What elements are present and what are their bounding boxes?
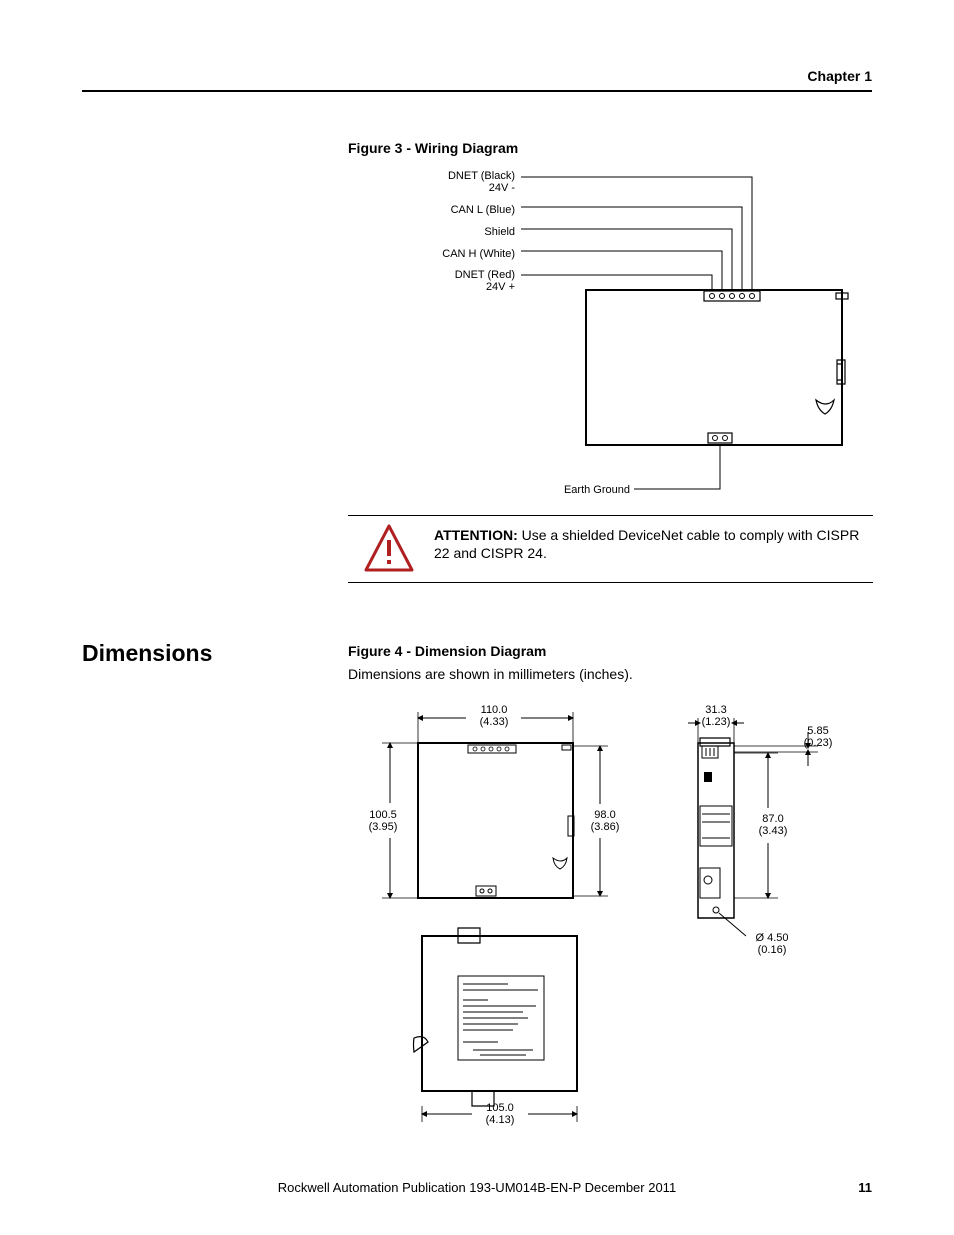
attention-icon [362, 522, 416, 576]
footer-publication: Rockwell Automation Publication 193-UM01… [0, 1180, 954, 1195]
dim-width-top-mm: 110.0 [481, 704, 508, 716]
dim-hole-in: (0.16) [758, 944, 787, 956]
page-number: 11 [858, 1180, 872, 1195]
figure-3-caption: Figure 3 - Wiring Diagram [348, 140, 518, 156]
dim-side-width-mm: 31.3 [705, 704, 726, 716]
dim-width-bottom-mm: 105.0 [486, 1102, 514, 1114]
wiring-diagram [396, 165, 866, 505]
attention-text: ATTENTION: Use a shielded DeviceNet cabl… [434, 526, 869, 562]
dim-height-inner-mm: 98.0 [594, 809, 615, 821]
figure-4-caption: Figure 4 - Dimension Diagram [348, 643, 546, 659]
dimension-note: Dimensions are shown in millimeters (inc… [348, 666, 633, 682]
dim-side-tab-mm: 5.85 [807, 725, 828, 737]
dim-width-bottom-in: (4.13) [486, 1114, 515, 1126]
section-heading-dimensions: Dimensions [82, 640, 212, 667]
dim-side-body-in: (3.43) [759, 825, 788, 837]
dim-height-left-mm: 100.5 [369, 809, 397, 821]
dim-width-top-in: (4.33) [480, 716, 509, 728]
header-rule [82, 90, 872, 92]
dim-hole-mm: Ø 4.50 [755, 932, 788, 944]
dim-height-left-in: (3.95) [369, 821, 398, 833]
chapter-label: Chapter 1 [807, 68, 872, 84]
attention-block: ATTENTION: Use a shielded DeviceNet cabl… [348, 515, 873, 583]
dimension-diagram: 110.0 (4.33) 100.5 (3.95) 98.0 (3.86) [348, 698, 873, 1148]
dim-side-tab-in: (0.23) [804, 737, 833, 749]
dim-side-width-in: (1.23) [702, 716, 731, 728]
dim-height-inner-in: (3.86) [591, 821, 620, 833]
dim-side-body-mm: 87.0 [762, 813, 783, 825]
